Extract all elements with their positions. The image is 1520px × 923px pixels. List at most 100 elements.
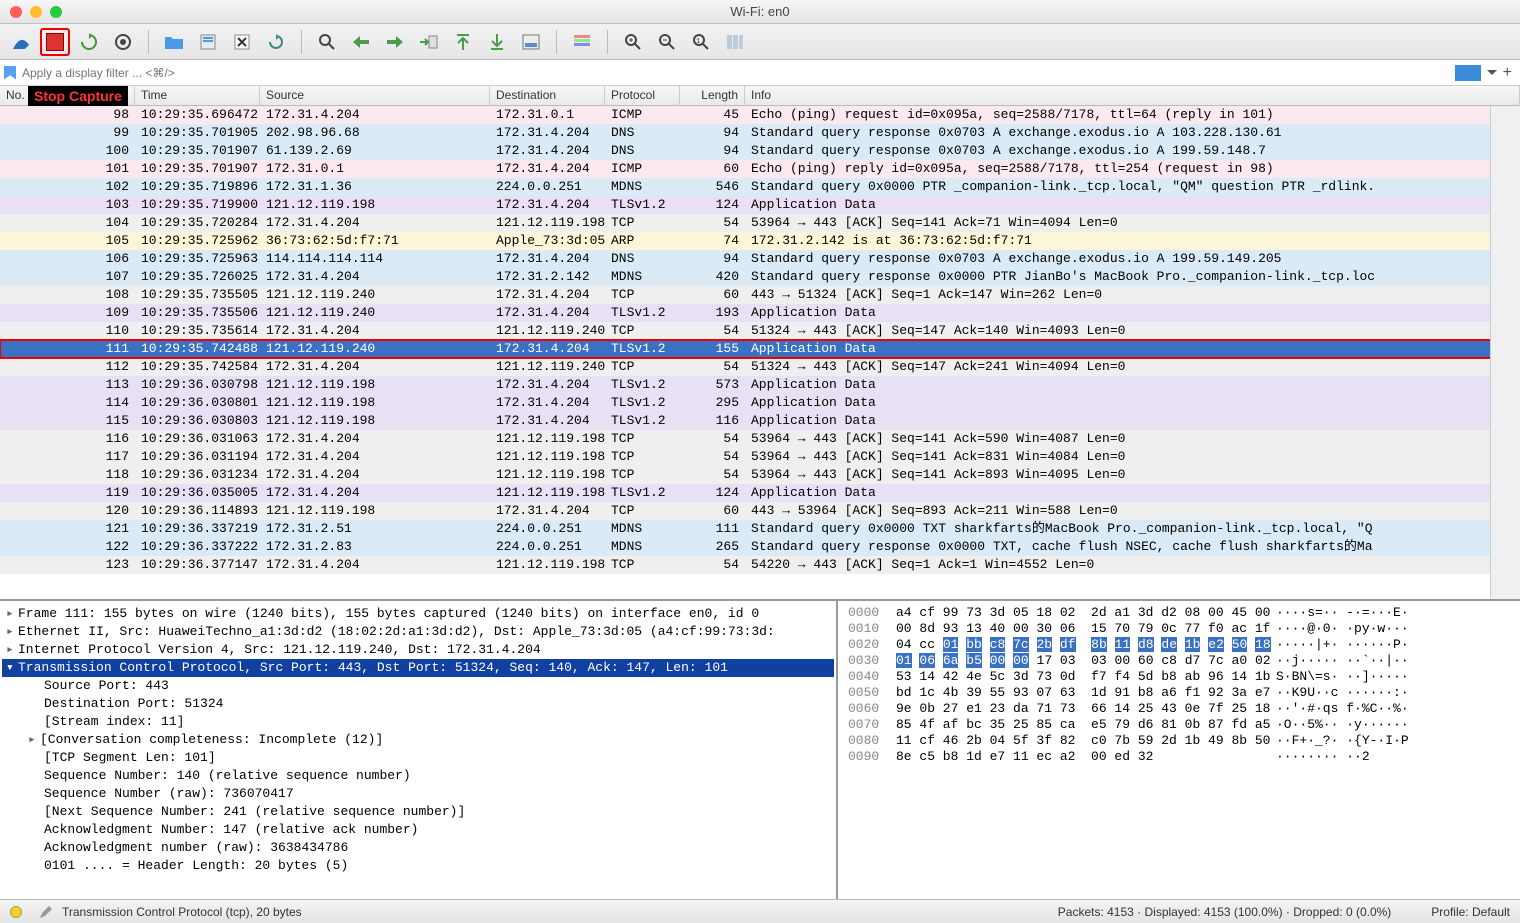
tree-tcp-field[interactable]: 0101 .... = Header Length: 20 bytes (5) (2, 857, 834, 875)
hex-row[interactable]: 0000a4 cf 99 73 3d 05 18 02 2d a1 3d d2 … (848, 605, 1510, 621)
packet-row[interactable]: 12310:29:36.377147172.31.4.204121.12.119… (0, 556, 1520, 574)
col-header-source[interactable]: Source (260, 86, 490, 105)
packet-row[interactable]: 10210:29:35.719896172.31.1.36224.0.0.251… (0, 178, 1520, 196)
packet-minimap-scrollbar[interactable] (1490, 106, 1520, 599)
save-file-button[interactable] (193, 28, 223, 56)
tree-tcp-field[interactable]: Acknowledgment number (raw): 3638434786 (2, 839, 834, 857)
col-header-protocol[interactable]: Protocol (605, 86, 680, 105)
packet-row[interactable]: 10710:29:35.726025172.31.4.204172.31.2.1… (0, 268, 1520, 286)
packet-row[interactable]: 11110:29:35.742488121.12.119.240172.31.4… (0, 340, 1520, 358)
packet-row[interactable]: 11810:29:36.031234172.31.4.204121.12.119… (0, 466, 1520, 484)
stop-capture-annotation: Stop Capture (28, 86, 128, 106)
packet-row[interactable]: 10810:29:35.735505121.12.119.240172.31.4… (0, 286, 1520, 304)
zoom-reset-button[interactable]: 1 (686, 28, 716, 56)
goto-last-button[interactable] (482, 28, 512, 56)
packet-row[interactable]: 11010:29:35.735614172.31.4.204121.12.119… (0, 322, 1520, 340)
packet-row[interactable]: 11910:29:36.035005172.31.4.204121.12.119… (0, 484, 1520, 502)
tree-ethernet: Ethernet II, Src: HuaweiTechno_a1:3d:d2 … (2, 623, 834, 641)
tree-ip: Internet Protocol Version 4, Src: 121.12… (2, 641, 834, 659)
close-file-button[interactable] (227, 28, 257, 56)
bookmark-icon[interactable] (4, 66, 16, 80)
hex-row[interactable]: 007085 4f af bc 35 25 85 ca e5 79 d6 81 … (848, 717, 1510, 733)
colorize-button[interactable] (567, 28, 597, 56)
packet-row[interactable]: 10010:29:35.70190761.139.2.69172.31.4.20… (0, 142, 1520, 160)
tree-tcp-field[interactable]: Destination Port: 51324 (2, 695, 834, 713)
hex-row[interactable]: 003001 06 6a b5 00 00 17 03 03 00 60 c8 … (848, 653, 1510, 669)
tree-tcp-field[interactable]: [Stream index: 11] (2, 713, 834, 731)
go-back-button[interactable] (346, 28, 376, 56)
packet-row[interactable]: 12110:29:36.337219172.31.2.51224.0.0.251… (0, 520, 1520, 538)
col-header-time[interactable]: Time (135, 86, 260, 105)
window-titlebar: Wi-Fi: en0 (0, 0, 1520, 24)
status-field-info: Transmission Control Protocol (tcp), 20 … (62, 905, 302, 919)
find-packet-button[interactable] (312, 28, 342, 56)
tree-tcp-field[interactable]: Sequence Number (raw): 736070417 (2, 785, 834, 803)
packet-bytes-pane[interactable]: 0000a4 cf 99 73 3d 05 18 02 2d a1 3d d2 … (836, 601, 1520, 899)
packet-list-pane: Stop Capture No. Time Source Destination… (0, 86, 1520, 599)
tree-tcp-field[interactable]: Sequence Number: 140 (relative sequence … (2, 767, 834, 785)
status-profile[interactable]: Profile: Default (1431, 905, 1510, 919)
col-header-destination[interactable]: Destination (490, 86, 605, 105)
goto-first-button[interactable] (448, 28, 478, 56)
hex-row[interactable]: 002004 cc 01 bb c8 7c 2b df 8b 11 d8 de … (848, 637, 1510, 653)
autoscroll-button[interactable] (516, 28, 546, 56)
packet-row[interactable]: 10410:29:35.720284172.31.4.204121.12.119… (0, 214, 1520, 232)
tree-tcp-field[interactable]: [TCP Segment Len: 101] (2, 749, 834, 767)
packet-details-pane[interactable]: Frame 111: 155 bytes on wire (1240 bits)… (0, 601, 836, 899)
packet-row[interactable]: 12010:29:36.114893121.12.119.198172.31.4… (0, 502, 1520, 520)
tree-tcp-field[interactable]: [Next Sequence Number: 241 (relative seq… (2, 803, 834, 821)
packet-row[interactable]: 11310:29:36.030798121.12.119.198172.31.4… (0, 376, 1520, 394)
tree-tcp-field[interactable]: Source Port: 443 (2, 677, 834, 695)
expand-icon[interactable] (6, 641, 18, 659)
packet-row[interactable]: 10510:29:35.72596236:73:62:5d:f7:71Apple… (0, 232, 1520, 250)
expand-icon[interactable] (6, 623, 18, 641)
hex-row[interactable]: 001000 8d 93 13 40 00 30 06 15 70 79 0c … (848, 621, 1510, 637)
hex-row[interactable]: 00609e 0b 27 e1 23 da 71 73 66 14 25 43 … (848, 701, 1510, 717)
packet-row[interactable]: 10110:29:35.701907172.31.0.1172.31.4.204… (0, 160, 1520, 178)
zoom-out-button[interactable] (652, 28, 682, 56)
packet-row[interactable]: 11510:29:36.030803121.12.119.198172.31.4… (0, 412, 1520, 430)
edit-icon[interactable] (38, 904, 54, 920)
shark-fin-icon[interactable] (6, 28, 36, 56)
packet-row[interactable]: 11410:29:36.030801121.12.119.198172.31.4… (0, 394, 1520, 412)
hex-row[interactable]: 008011 cf 46 2b 04 5f 3f 82 c0 7b 59 2d … (848, 733, 1510, 749)
main-toolbar: 1 (0, 24, 1520, 60)
hex-row[interactable]: 0050bd 1c 4b 39 55 93 07 63 1d 91 b8 a6 … (848, 685, 1510, 701)
packet-row[interactable]: 12210:29:36.337222172.31.2.83224.0.0.251… (0, 538, 1520, 556)
packet-row[interactable]: 9810:29:35.696472172.31.4.204172.31.0.1I… (0, 106, 1520, 124)
capture-options-button[interactable] (108, 28, 138, 56)
goto-packet-button[interactable] (414, 28, 444, 56)
restart-capture-button[interactable] (74, 28, 104, 56)
add-filter-button[interactable]: + (1503, 64, 1512, 82)
reload-file-button[interactable] (261, 28, 291, 56)
col-header-length[interactable]: Length (680, 86, 745, 105)
go-forward-button[interactable] (380, 28, 410, 56)
expand-icon[interactable] (28, 731, 40, 749)
packet-row[interactable]: 11710:29:36.031194172.31.4.204121.12.119… (0, 448, 1520, 466)
expert-info-icon[interactable] (10, 906, 22, 918)
resize-columns-button[interactable] (720, 28, 750, 56)
tree-tcp-field[interactable]: [Conversation completeness: Incomplete (… (2, 731, 834, 749)
packet-row[interactable]: 11610:29:36.031063172.31.4.204121.12.119… (0, 430, 1520, 448)
stop-capture-button[interactable] (40, 28, 70, 56)
collapse-icon[interactable] (6, 659, 18, 677)
tree-tcp: Transmission Control Protocol, Src Port:… (2, 659, 834, 677)
display-filter-input[interactable] (16, 64, 1455, 82)
filter-apply-icon[interactable] (1455, 65, 1481, 81)
status-packets: Packets: 4153 · Displayed: 4153 (100.0%)… (1058, 905, 1392, 919)
packet-row[interactable]: 10910:29:35.735506121.12.119.240172.31.4… (0, 304, 1520, 322)
packet-row[interactable]: 9910:29:35.701905202.98.96.68172.31.4.20… (0, 124, 1520, 142)
svg-text:1: 1 (696, 38, 700, 46)
packet-list-header[interactable]: No. Time Source Destination Protocol Len… (0, 86, 1520, 106)
expand-icon[interactable] (6, 605, 18, 623)
hex-row[interactable]: 004053 14 42 4e 5c 3d 73 0d f7 f4 5d b8 … (848, 669, 1510, 685)
packet-row[interactable]: 11210:29:35.742584172.31.4.204121.12.119… (0, 358, 1520, 376)
col-header-info[interactable]: Info (745, 86, 1520, 105)
open-file-button[interactable] (159, 28, 189, 56)
zoom-in-button[interactable] (618, 28, 648, 56)
packet-row[interactable]: 10310:29:35.719900121.12.119.198172.31.4… (0, 196, 1520, 214)
tree-tcp-field[interactable]: Acknowledgment Number: 147 (relative ack… (2, 821, 834, 839)
packet-row[interactable]: 10610:29:35.725963114.114.114.114172.31.… (0, 250, 1520, 268)
status-bar: Transmission Control Protocol (tcp), 20 … (0, 899, 1520, 923)
hex-row[interactable]: 00908e c5 b8 1d e7 11 ec a2 00 ed 32····… (848, 749, 1510, 765)
